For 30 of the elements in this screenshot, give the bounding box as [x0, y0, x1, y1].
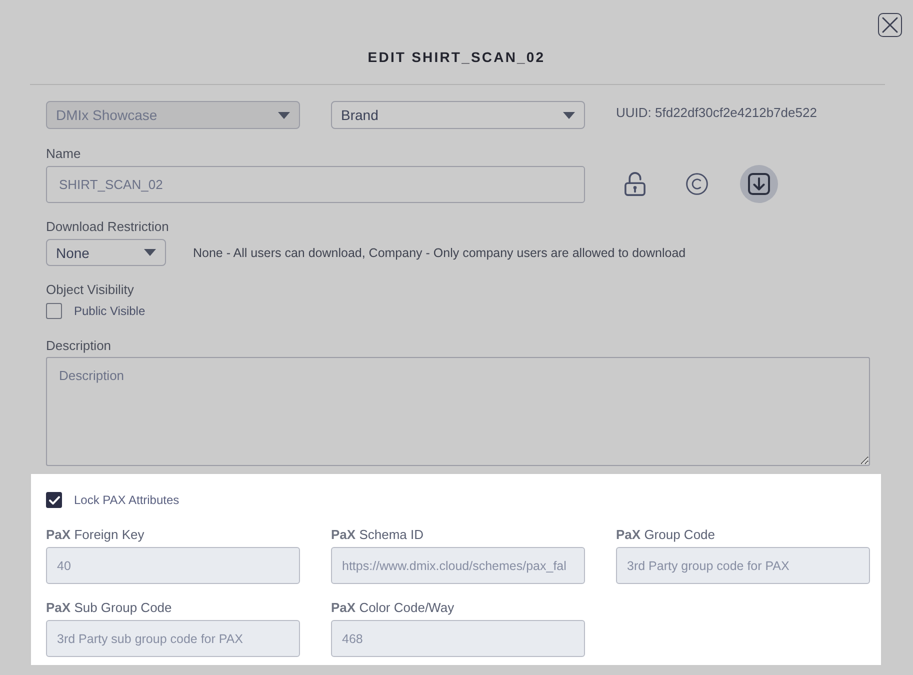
caret-down-icon: [563, 112, 575, 118]
field-label: Object Visibility: [46, 282, 135, 298]
name-field[interactable]: SHIRT_SCAN_02: [46, 166, 585, 202]
checkbox-label: Lock PAX Attributes: [74, 492, 180, 508]
field-label: Description: [46, 338, 112, 354]
checkbox[interactable]: [46, 303, 62, 319]
field-label: Download Restriction: [46, 219, 170, 235]
uuid-text: UUID: 5fd22df30cf2e4212b7de522: [616, 104, 818, 122]
checkbox-label: Public Visible: [74, 303, 146, 319]
field-label: PaX Color Code/Way: [331, 600, 456, 616]
restriction-dropdown[interactable]: None: [46, 239, 166, 266]
caret-down-icon: [144, 249, 156, 256]
field-label: PaX Foreign Key: [46, 527, 146, 543]
padlock-icon: [624, 172, 646, 196]
download-button[interactable]: [740, 165, 778, 203]
field-label: PaX Group Code: [616, 527, 716, 543]
download-icon: [748, 173, 770, 195]
dropdown[interactable]: Brand: [331, 101, 585, 129]
field-label: PaX Schema ID: [331, 527, 424, 543]
help-text: None - All users can download, Company - Only company users are allowed to download: [193, 244, 686, 260]
checkbox[interactable]: [46, 492, 62, 508]
close-icon: [882, 17, 898, 33]
description-field[interactable]: Description: [46, 357, 870, 466]
dialog-title: EDIT SHIRT_SCAN_02: [366, 49, 546, 65]
copyright-icon: [686, 173, 708, 195]
caret-down-icon: [278, 112, 290, 118]
field-label: Name: [46, 146, 82, 162]
field-label: PaX Sub Group Code: [46, 600, 173, 616]
checkmark-icon: [48, 496, 60, 504]
close-button[interactable]: [878, 13, 902, 37]
